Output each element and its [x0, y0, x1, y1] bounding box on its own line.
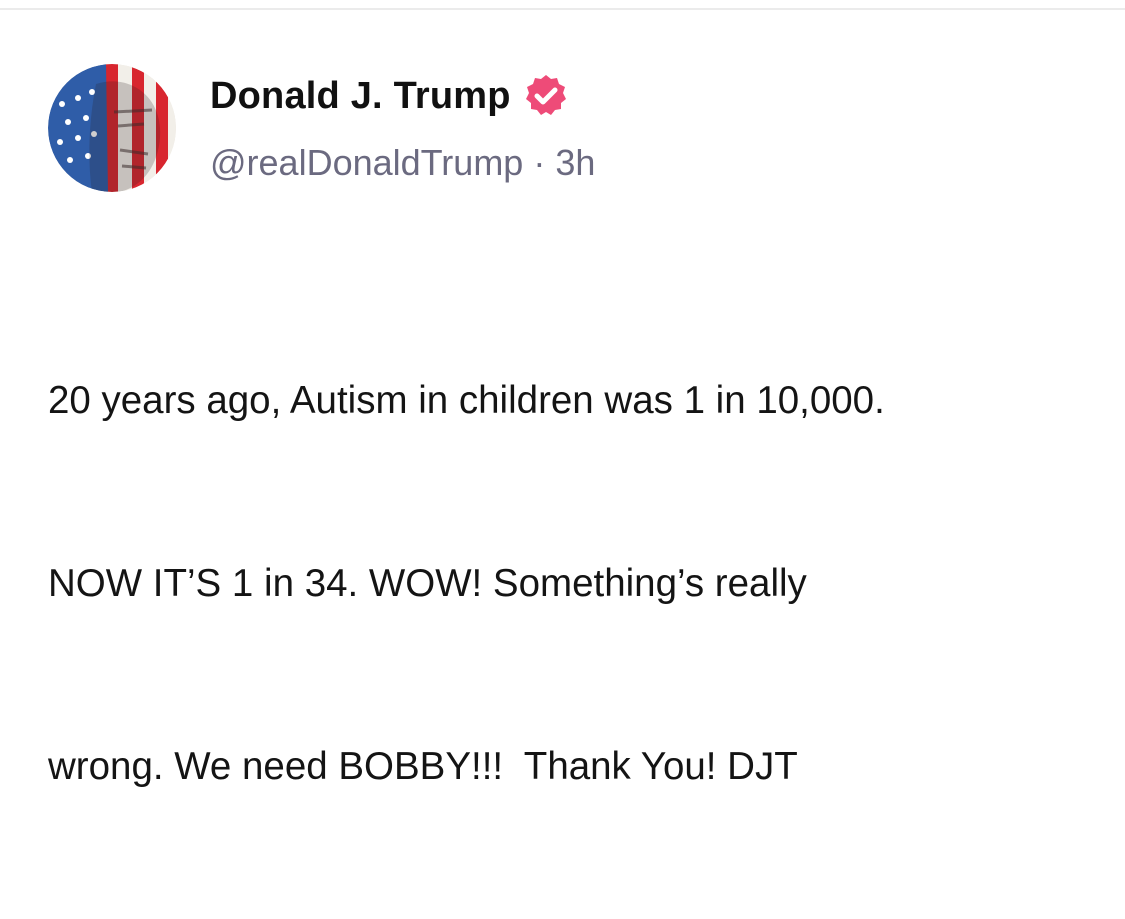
meta-separator: ·: [533, 142, 546, 183]
post-body-line: 20 years ago, Autism in children was 1 i…: [48, 379, 885, 422]
flag-portrait-avatar-icon: [48, 64, 176, 192]
author-display-name[interactable]: Donald J. Trump: [210, 75, 511, 118]
avatar[interactable]: [48, 64, 176, 192]
post-body: 20 years ago, Autism in children was 1 i…: [48, 248, 1098, 919]
verified-badge-icon: [525, 75, 566, 115]
name-row: Donald J. Trump: [210, 74, 595, 118]
author-handle[interactable]: @realDonaldTrump: [210, 142, 523, 184]
post-header: Donald J. Trump @realDonaldTrump · 3h: [210, 74, 595, 184]
post-card[interactable]: Donald J. Trump @realDonaldTrump · 3h 20…: [0, 12, 1125, 788]
meta-row: @realDonaldTrump · 3h: [210, 142, 595, 184]
post-timestamp[interactable]: 3h: [555, 142, 595, 184]
post-body-line: wrong. We need BOBBY!!! Thank You! DJT: [48, 745, 798, 788]
post-body-line: NOW IT’S 1 in 34. WOW! Something’s reall…: [48, 562, 807, 605]
top-divider: [0, 0, 1125, 10]
